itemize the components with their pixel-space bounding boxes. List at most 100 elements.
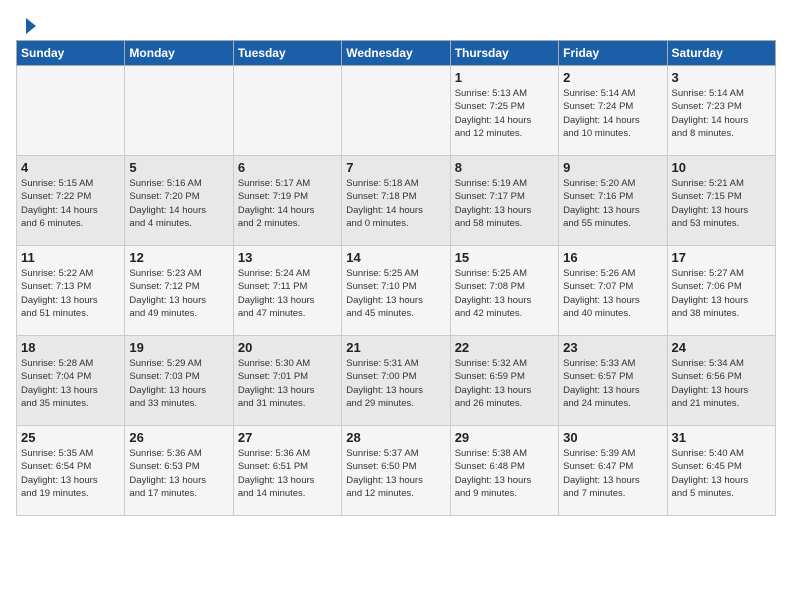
day-info: Sunrise: 5:16 AM Sunset: 7:20 PM Dayligh… (129, 177, 228, 230)
calendar-cell: 26Sunrise: 5:36 AM Sunset: 6:53 PM Dayli… (125, 426, 233, 516)
day-info: Sunrise: 5:29 AM Sunset: 7:03 PM Dayligh… (129, 357, 228, 410)
day-number: 27 (238, 430, 337, 445)
day-info: Sunrise: 5:33 AM Sunset: 6:57 PM Dayligh… (563, 357, 662, 410)
weekday-header-saturday: Saturday (667, 41, 775, 66)
day-number: 19 (129, 340, 228, 355)
weekday-header-friday: Friday (559, 41, 667, 66)
calendar-cell: 13 Sunrise: 5:24 AM Sunset: 7:11 PM Dayli… (233, 246, 341, 336)
day-info: Sunrise: 5:26 AM Sunset: 7:07 PM Dayligh… (563, 267, 662, 320)
calendar-week-row: 1Sunrise: 5:13 AM Sunset: 7:25 PM Daylig… (17, 66, 776, 156)
calendar-table: SundayMondayTuesdayWednesdayThursdayFrid… (16, 40, 776, 516)
logo-triangle-icon (18, 16, 38, 36)
day-number: 7 (346, 160, 445, 175)
day-number: 8 (455, 160, 554, 175)
calendar-cell: 11Sunrise: 5:22 AM Sunset: 7:13 PM Dayli… (17, 246, 125, 336)
calendar-cell: 31 Sunrise: 5:40 AM Sunset: 6:45 PM Dayli… (667, 426, 775, 516)
day-info: Sunrise: 5:31 AM Sunset: 7:00 PM Dayligh… (346, 357, 445, 410)
calendar-cell: 17 Sunrise: 5:27 AM Sunset: 7:06 PM Dayli… (667, 246, 775, 336)
calendar-cell: 9 Sunrise: 5:20 AM Sunset: 7:16 PM Daylig… (559, 156, 667, 246)
weekday-header-tuesday: Tuesday (233, 41, 341, 66)
calendar-cell (342, 66, 450, 156)
calendar-cell: 12 Sunrise: 5:23 AM Sunset: 7:12 PM Dayli… (125, 246, 233, 336)
day-info: Sunrise: 5:15 AM Sunset: 7:22 PM Dayligh… (21, 177, 120, 230)
day-number: 17 (672, 250, 771, 265)
day-info: Sunrise: 5:21 AM Sunset: 7:15 PM Dayligh… (672, 177, 771, 230)
day-number: 10 (672, 160, 771, 175)
day-number: 25 (21, 430, 120, 445)
day-info: Sunrise: 5:25 AM Sunset: 7:08 PM Dayligh… (455, 267, 554, 320)
day-info: Sunrise: 5:39 AM Sunset: 6:47 PM Dayligh… (563, 447, 662, 500)
calendar-cell (17, 66, 125, 156)
calendar-cell (233, 66, 341, 156)
calendar-week-row: 11Sunrise: 5:22 AM Sunset: 7:13 PM Dayli… (17, 246, 776, 336)
day-info: Sunrise: 5:32 AM Sunset: 6:59 PM Dayligh… (455, 357, 554, 410)
calendar-cell: 25 Sunrise: 5:35 AM Sunset: 6:54 PM Dayli… (17, 426, 125, 516)
calendar-cell: 16 Sunrise: 5:26 AM Sunset: 7:07 PM Dayli… (559, 246, 667, 336)
day-number: 5 (129, 160, 228, 175)
calendar-cell: 27 Sunrise: 5:36 AM Sunset: 6:51 PM Dayli… (233, 426, 341, 516)
calendar-cell: 5 Sunrise: 5:16 AM Sunset: 7:20 PM Daylig… (125, 156, 233, 246)
day-info: Sunrise: 5:24 AM Sunset: 7:11 PM Dayligh… (238, 267, 337, 320)
day-info: Sunrise: 5:23 AM Sunset: 7:12 PM Dayligh… (129, 267, 228, 320)
day-number: 22 (455, 340, 554, 355)
day-info: Sunrise: 5:14 AM Sunset: 7:23 PM Dayligh… (672, 87, 771, 140)
day-info: Sunrise: 5:18 AM Sunset: 7:18 PM Dayligh… (346, 177, 445, 230)
day-info: Sunrise: 5:36 AM Sunset: 6:53 PM Dayligh… (129, 447, 228, 500)
day-number: 31 (672, 430, 771, 445)
day-info: Sunrise: 5:35 AM Sunset: 6:54 PM Dayligh… (21, 447, 120, 500)
day-number: 9 (563, 160, 662, 175)
calendar-cell: 6Sunrise: 5:17 AM Sunset: 7:19 PM Daylig… (233, 156, 341, 246)
day-info: Sunrise: 5:40 AM Sunset: 6:45 PM Dayligh… (672, 447, 771, 500)
calendar-cell: 18Sunrise: 5:28 AM Sunset: 7:04 PM Dayli… (17, 336, 125, 426)
calendar-cell: 4 Sunrise: 5:15 AM Sunset: 7:22 PM Daylig… (17, 156, 125, 246)
day-info: Sunrise: 5:37 AM Sunset: 6:50 PM Dayligh… (346, 447, 445, 500)
calendar-cell (125, 66, 233, 156)
day-info: Sunrise: 5:19 AM Sunset: 7:17 PM Dayligh… (455, 177, 554, 230)
weekday-header-wednesday: Wednesday (342, 41, 450, 66)
calendar-cell: 2 Sunrise: 5:14 AM Sunset: 7:24 PM Daylig… (559, 66, 667, 156)
day-number: 13 (238, 250, 337, 265)
calendar-cell: 30Sunrise: 5:39 AM Sunset: 6:47 PM Dayli… (559, 426, 667, 516)
calendar-cell: 19 Sunrise: 5:29 AM Sunset: 7:03 PM Dayli… (125, 336, 233, 426)
day-number: 23 (563, 340, 662, 355)
day-number: 4 (21, 160, 120, 175)
day-number: 28 (346, 430, 445, 445)
day-number: 12 (129, 250, 228, 265)
day-number: 24 (672, 340, 771, 355)
day-info: Sunrise: 5:34 AM Sunset: 6:56 PM Dayligh… (672, 357, 771, 410)
calendar-week-row: 18Sunrise: 5:28 AM Sunset: 7:04 PM Dayli… (17, 336, 776, 426)
day-number: 29 (455, 430, 554, 445)
calendar-cell: 23 Sunrise: 5:33 AM Sunset: 6:57 PM Dayli… (559, 336, 667, 426)
day-info: Sunrise: 5:14 AM Sunset: 7:24 PM Dayligh… (563, 87, 662, 140)
day-number: 16 (563, 250, 662, 265)
day-info: Sunrise: 5:25 AM Sunset: 7:10 PM Dayligh… (346, 267, 445, 320)
day-number: 2 (563, 70, 662, 85)
calendar-cell: 7 Sunrise: 5:18 AM Sunset: 7:18 PM Daylig… (342, 156, 450, 246)
calendar-cell: 1Sunrise: 5:13 AM Sunset: 7:25 PM Daylig… (450, 66, 558, 156)
page-header (16, 16, 776, 32)
day-info: Sunrise: 5:20 AM Sunset: 7:16 PM Dayligh… (563, 177, 662, 230)
day-number: 14 (346, 250, 445, 265)
calendar-cell: 24 Sunrise: 5:34 AM Sunset: 6:56 PM Dayli… (667, 336, 775, 426)
day-info: Sunrise: 5:22 AM Sunset: 7:13 PM Dayligh… (21, 267, 120, 320)
day-number: 15 (455, 250, 554, 265)
day-info: Sunrise: 5:30 AM Sunset: 7:01 PM Dayligh… (238, 357, 337, 410)
day-info: Sunrise: 5:36 AM Sunset: 6:51 PM Dayligh… (238, 447, 337, 500)
weekday-header-monday: Monday (125, 41, 233, 66)
day-number: 1 (455, 70, 554, 85)
weekday-header-row: SundayMondayTuesdayWednesdayThursdayFrid… (17, 41, 776, 66)
calendar-cell: 28 Sunrise: 5:37 AM Sunset: 6:50 PM Dayli… (342, 426, 450, 516)
calendar-cell: 20 Sunrise: 5:30 AM Sunset: 7:01 PM Dayli… (233, 336, 341, 426)
day-info: Sunrise: 5:38 AM Sunset: 6:48 PM Dayligh… (455, 447, 554, 500)
logo (16, 16, 38, 32)
calendar-cell: 8 Sunrise: 5:19 AM Sunset: 7:17 PM Daylig… (450, 156, 558, 246)
calendar-cell: 14 Sunrise: 5:25 AM Sunset: 7:10 PM Dayli… (342, 246, 450, 336)
day-number: 20 (238, 340, 337, 355)
weekday-header-thursday: Thursday (450, 41, 558, 66)
calendar-cell: 21Sunrise: 5:31 AM Sunset: 7:00 PM Dayli… (342, 336, 450, 426)
day-info: Sunrise: 5:27 AM Sunset: 7:06 PM Dayligh… (672, 267, 771, 320)
calendar-week-row: 25 Sunrise: 5:35 AM Sunset: 6:54 PM Dayli… (17, 426, 776, 516)
day-info: Sunrise: 5:17 AM Sunset: 7:19 PM Dayligh… (238, 177, 337, 230)
calendar-cell: 3Sunrise: 5:14 AM Sunset: 7:23 PM Daylig… (667, 66, 775, 156)
calendar-week-row: 4 Sunrise: 5:15 AM Sunset: 7:22 PM Daylig… (17, 156, 776, 246)
